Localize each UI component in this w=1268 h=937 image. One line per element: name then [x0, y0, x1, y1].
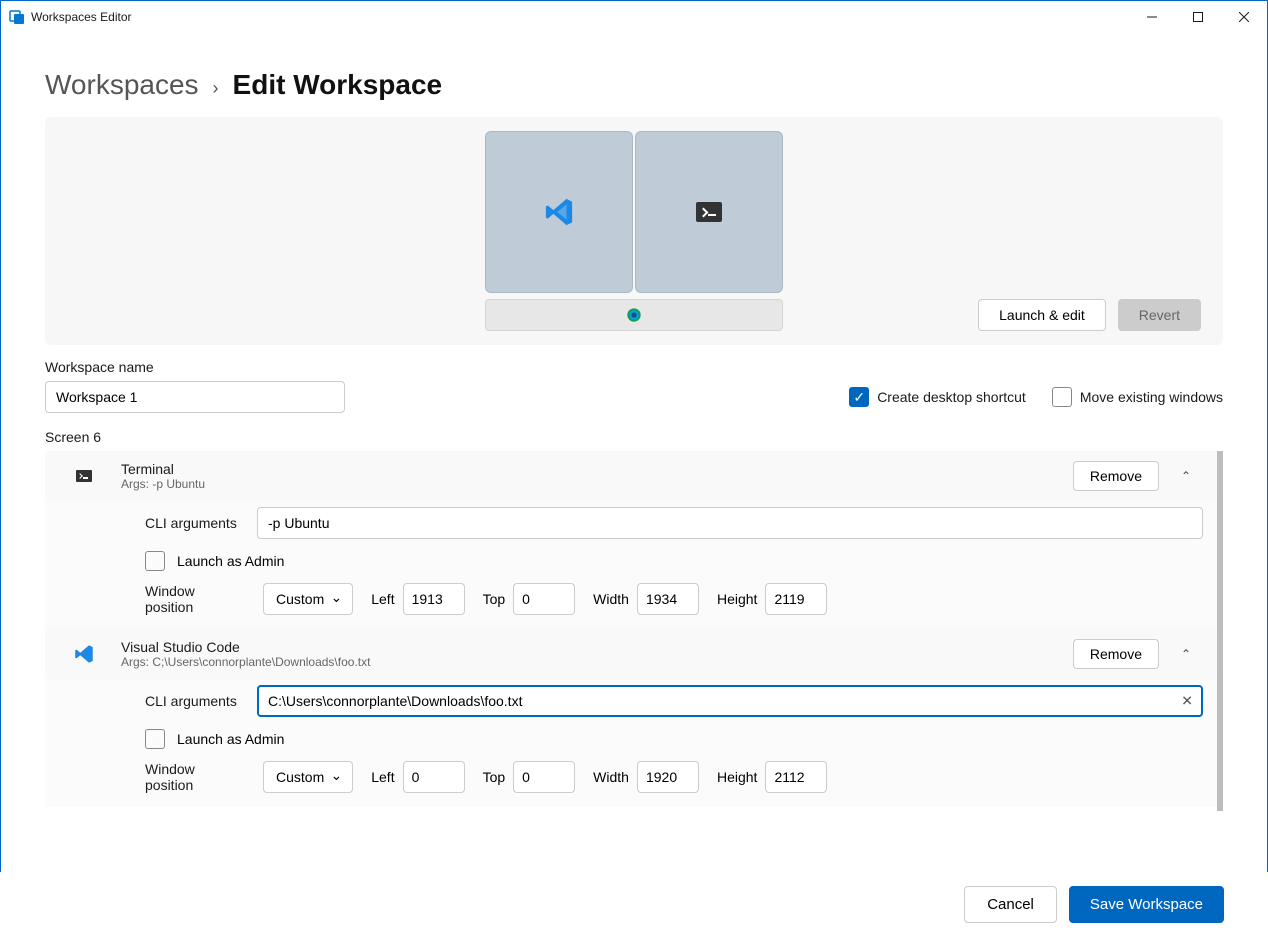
- preview-tile-terminal[interactable]: [635, 131, 783, 293]
- remove-button[interactable]: Remove: [1073, 639, 1159, 669]
- terminal-icon: [696, 202, 722, 222]
- app-header[interactable]: Visual Studio Code Args: C;\Users\connor…: [45, 629, 1217, 679]
- preview-tile-vscode[interactable]: [485, 131, 633, 293]
- cli-args-input[interactable]: [257, 685, 1203, 717]
- top-input[interactable]: [513, 761, 575, 793]
- page-title: Edit Workspace: [233, 69, 443, 101]
- app-title: Terminal: [121, 461, 1061, 477]
- app-title: Visual Studio Code: [121, 639, 1061, 655]
- window-title: Workspaces Editor: [31, 10, 131, 24]
- app-item-terminal: Terminal Args: -p Ubuntu Remove ⌃ CLI ar…: [45, 451, 1217, 629]
- remove-button[interactable]: Remove: [1073, 461, 1159, 491]
- launch-admin-checkbox[interactable]: [145, 729, 165, 749]
- top-label: Top: [483, 591, 506, 607]
- breadcrumb-root[interactable]: Workspaces: [45, 69, 199, 101]
- width-label: Width: [593, 591, 629, 607]
- window-controls: [1129, 1, 1267, 33]
- left-input[interactable]: [403, 583, 465, 615]
- app-args-summary: Args: -p Ubuntu: [121, 477, 1061, 491]
- app-item-vscode: Visual Studio Code Args: C;\Users\connor…: [45, 629, 1217, 807]
- left-input[interactable]: [403, 761, 465, 793]
- launch-admin-label: Launch as Admin: [177, 553, 284, 569]
- app-icon: [9, 9, 25, 25]
- left-label: Left: [371, 591, 394, 607]
- app-header[interactable]: Terminal Args: -p Ubuntu Remove ⌃: [45, 451, 1217, 501]
- workspace-name-label: Workspace name: [45, 359, 1223, 375]
- create-shortcut-label: Create desktop shortcut: [877, 389, 1026, 405]
- edge-icon: [626, 307, 642, 323]
- chevron-up-icon[interactable]: ⌃: [1169, 459, 1203, 493]
- width-input[interactable]: [637, 583, 699, 615]
- chevron-right-icon: ›: [213, 78, 219, 99]
- move-windows-label: Move existing windows: [1080, 389, 1223, 405]
- height-input[interactable]: [765, 583, 827, 615]
- window-position-label: Window position: [145, 761, 245, 793]
- height-input[interactable]: [765, 761, 827, 793]
- cli-args-input[interactable]: [257, 507, 1203, 539]
- chevron-up-icon[interactable]: ⌃: [1169, 637, 1203, 671]
- width-label: Width: [593, 769, 629, 785]
- launch-admin-label: Launch as Admin: [177, 731, 284, 747]
- screen-label: Screen 6: [45, 429, 1223, 445]
- cli-args-label: CLI arguments: [145, 515, 245, 531]
- workspace-name-input[interactable]: [45, 381, 345, 413]
- create-shortcut-checkbox[interactable]: [849, 387, 869, 407]
- titlebar: Workspaces Editor: [1, 1, 1267, 33]
- vscode-icon: [74, 644, 94, 664]
- layout-preview: Launch & edit Revert: [45, 117, 1223, 345]
- height-label: Height: [717, 769, 757, 785]
- vscode-icon: [544, 197, 574, 227]
- height-label: Height: [717, 591, 757, 607]
- clear-input-icon[interactable]: ✕: [1181, 693, 1193, 710]
- preview-taskbar: [485, 299, 783, 331]
- minimize-button[interactable]: [1129, 1, 1175, 33]
- terminal-icon: [76, 470, 92, 482]
- footer: Cancel Save Workspace: [0, 872, 1268, 937]
- cancel-button[interactable]: Cancel: [964, 886, 1057, 923]
- position-mode-select[interactable]: Custom: [263, 761, 353, 793]
- move-windows-checkbox[interactable]: [1052, 387, 1072, 407]
- save-workspace-button[interactable]: Save Workspace: [1069, 886, 1224, 923]
- breadcrumb: Workspaces › Edit Workspace: [1, 33, 1267, 117]
- window-position-label: Window position: [145, 583, 245, 615]
- close-button[interactable]: [1221, 1, 1267, 33]
- launch-admin-checkbox[interactable]: [145, 551, 165, 571]
- position-mode-select[interactable]: Custom: [263, 583, 353, 615]
- launch-edit-button[interactable]: Launch & edit: [978, 299, 1106, 331]
- width-input[interactable]: [637, 761, 699, 793]
- top-input[interactable]: [513, 583, 575, 615]
- left-label: Left: [371, 769, 394, 785]
- maximize-button[interactable]: [1175, 1, 1221, 33]
- cli-args-label: CLI arguments: [145, 693, 245, 709]
- top-label: Top: [483, 769, 506, 785]
- app-args-summary: Args: C;\Users\connorplante\Downloads\fo…: [121, 655, 1061, 669]
- revert-button: Revert: [1118, 299, 1201, 331]
